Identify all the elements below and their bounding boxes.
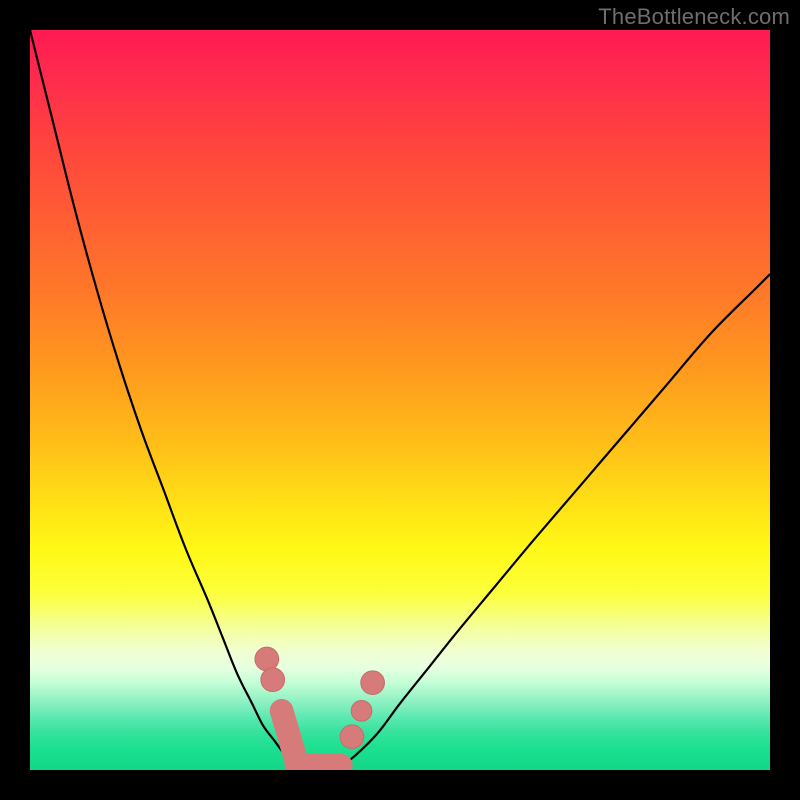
chart-frame: TheBottleneck.com xyxy=(0,0,800,800)
marker-dot xyxy=(340,725,364,749)
marker-dot xyxy=(361,671,385,695)
marker-group xyxy=(255,647,384,765)
marker-layer xyxy=(30,30,770,770)
marker-dot xyxy=(351,700,372,721)
plot-area xyxy=(30,30,770,770)
marker-dot xyxy=(261,668,285,692)
marker-dot xyxy=(255,647,279,671)
watermark-text: TheBottleneck.com xyxy=(598,4,790,30)
marker-capsule xyxy=(282,711,297,761)
